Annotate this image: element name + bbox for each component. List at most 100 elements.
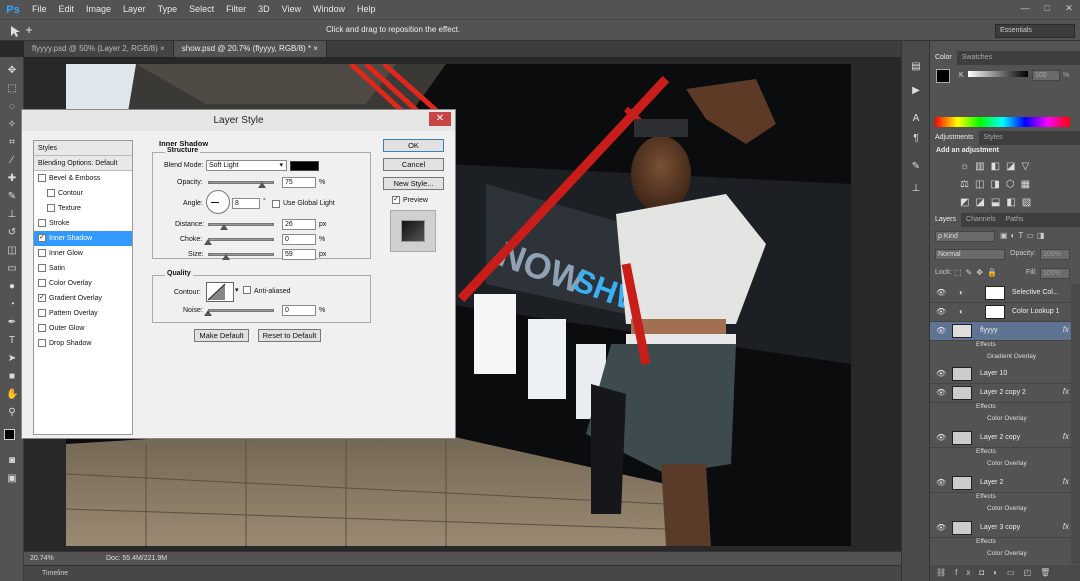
choke-slider[interactable] — [208, 238, 274, 241]
crop-tool-icon[interactable]: ⌗ — [6, 137, 18, 149]
layer-name[interactable]: Layer 2 copy — [980, 434, 1020, 441]
tab-layers[interactable]: Layers — [930, 213, 962, 227]
layer-name[interactable]: Selective Col... — [1012, 289, 1059, 296]
fx-icon[interactable]: fx — [1063, 522, 1069, 531]
tab-channels[interactable]: Channels — [961, 213, 1001, 227]
style-checkbox[interactable] — [38, 174, 46, 182]
menu-layer[interactable]: Layer — [117, 0, 152, 19]
distance-slider-thumb[interactable] — [220, 224, 228, 230]
noise-input[interactable]: 0 — [282, 305, 316, 316]
zoom-tool-icon[interactable]: ⚲ — [6, 407, 18, 419]
preview-checkbox[interactable]: ✓ — [392, 196, 400, 204]
style-checkbox[interactable] — [38, 279, 46, 287]
size-slider[interactable] — [208, 253, 274, 256]
adjustment-icons[interactable]: ☼▥◧◪▽ ⚖◫◨⬡▦ ◩◪⬓◧▨ — [960, 158, 1070, 214]
opacity-input[interactable]: 100% — [1040, 249, 1070, 260]
reset-default-button[interactable]: Reset to Default — [258, 329, 321, 342]
layer-row-layer-3-copy[interactable]: 👁 Layer 3 copy fx — [930, 519, 1071, 538]
style-item-outer-glow[interactable]: Outer Glow — [34, 321, 132, 336]
new-style-button[interactable]: New Style... — [383, 177, 444, 190]
layer-name[interactable]: Layer 2 copy 2 — [980, 389, 1026, 396]
effects-label[interactable]: Effects — [930, 538, 1071, 550]
minimize-button[interactable]: — — [1014, 0, 1036, 16]
noise-slider-thumb[interactable] — [204, 310, 212, 316]
layer-row-flyyyy[interactable]: 👁 flyyyy fx — [930, 322, 1071, 341]
ok-button[interactable]: OK — [383, 139, 444, 152]
visibility-eye-icon[interactable]: 👁 — [936, 369, 946, 378]
layer-thumb[interactable] — [952, 367, 972, 381]
style-checkbox[interactable] — [38, 309, 46, 317]
anti-aliased-checkbox[interactable] — [243, 286, 251, 294]
visibility-eye-icon[interactable]: 👁 — [936, 523, 946, 532]
menu-edit[interactable]: Edit — [53, 0, 81, 19]
layer-name[interactable]: Layer 3 copy — [980, 524, 1020, 531]
shape-tool-icon[interactable]: ■ — [6, 371, 18, 383]
tab-swatches[interactable]: Swatches — [957, 51, 997, 65]
styles-header[interactable]: Styles — [34, 141, 132, 156]
path-select-icon[interactable]: ➤ — [6, 353, 18, 365]
tab-color[interactable]: Color — [930, 51, 957, 65]
effect-item[interactable]: Color Overlay — [930, 550, 1071, 562]
visibility-eye-icon[interactable]: 👁 — [936, 433, 946, 442]
tab-styles[interactable]: Styles — [979, 131, 1008, 145]
visibility-eye-icon[interactable]: 👁 — [936, 388, 946, 397]
style-item-gradient-overlay[interactable]: ✓ Gradient Overlay — [34, 291, 132, 306]
maximize-button[interactable]: □ — [1036, 0, 1058, 16]
character-panel-icon[interactable]: A — [910, 113, 922, 125]
style-item-texture[interactable]: Texture — [34, 201, 132, 216]
foreground-color-swatch[interactable] — [4, 429, 15, 440]
style-item-inner-shadow[interactable]: ✓ Inner Shadow — [34, 231, 132, 246]
angle-dial[interactable] — [206, 190, 230, 214]
contour-picker[interactable] — [206, 282, 234, 302]
layer-thumb[interactable] — [952, 521, 972, 535]
anti-aliased-label[interactable]: Anti-aliased — [254, 288, 291, 295]
move-tool-icon[interactable]: ✥ — [6, 65, 18, 77]
fx-icon[interactable]: fx — [1063, 432, 1069, 441]
blend-mode-select[interactable]: Normal — [935, 249, 1005, 260]
distance-slider[interactable] — [208, 223, 274, 226]
quick-mask-icon[interactable]: ◙ — [6, 455, 18, 467]
dialog-close-button[interactable]: ✕ — [429, 112, 451, 126]
layer-row-layer-2[interactable]: 👁 Layer 2 fx — [930, 474, 1071, 493]
layer-name[interactable]: Layer 2 — [980, 479, 1003, 486]
style-item-inner-glow[interactable]: Inner Glow — [34, 246, 132, 261]
zoom-level[interactable]: 20.74% — [30, 555, 54, 562]
style-checkbox[interactable] — [38, 249, 46, 257]
fg-color-chip[interactable] — [936, 69, 950, 83]
layer-thumb[interactable] — [952, 386, 972, 400]
screen-mode-icon[interactable]: ▣ — [6, 473, 18, 485]
effects-label[interactable]: Effects — [930, 448, 1071, 460]
effect-item[interactable]: Color Overlay — [930, 415, 1071, 427]
tab-flyyyy[interactable]: flyyyy.psd @ 50% (Layer 2, RGB/8) × — [24, 41, 174, 57]
menu-window[interactable]: Window — [307, 0, 351, 19]
distance-input[interactable]: 26 — [282, 219, 316, 230]
noise-slider[interactable] — [208, 309, 274, 312]
visibility-eye-icon[interactable]: 👁 — [936, 326, 946, 335]
blending-options[interactable]: Blending Options: Default — [34, 156, 132, 171]
style-checkbox[interactable] — [38, 219, 46, 227]
menu-3d[interactable]: 3D — [252, 0, 276, 19]
opacity-input[interactable]: 75 — [282, 177, 316, 188]
menu-select[interactable]: Select — [183, 0, 220, 19]
style-item-color-overlay[interactable]: Color Overlay — [34, 276, 132, 291]
tab-adjustments[interactable]: Adjustments — [930, 131, 979, 145]
style-item-stroke[interactable]: Stroke — [34, 216, 132, 231]
eraser-icon[interactable]: ◫ — [6, 245, 18, 257]
style-checkbox[interactable] — [38, 324, 46, 332]
hand-tool-icon[interactable]: ✋ — [6, 389, 18, 401]
blend-mode-dropdown[interactable]: Soft Light ▾ — [206, 160, 287, 171]
effects-label[interactable]: Effects — [930, 493, 1071, 505]
eyedropper-icon[interactable]: ⁄ — [6, 155, 18, 167]
clone-source-icon[interactable]: ⊥ — [910, 183, 922, 195]
menu-image[interactable]: Image — [80, 0, 117, 19]
workspace-select[interactable]: Essentials — [995, 24, 1075, 38]
layer-thumb[interactable] — [952, 476, 972, 490]
style-item-pattern-overlay[interactable]: Pattern Overlay — [34, 306, 132, 321]
pen-tool-icon[interactable]: ✒ — [6, 317, 18, 329]
fx-icon[interactable]: fx — [1063, 325, 1069, 334]
choke-input[interactable]: 0 — [282, 234, 316, 245]
fx-icon[interactable]: fx — [1063, 477, 1069, 486]
timeline-label[interactable]: Timeline — [42, 570, 68, 577]
style-checkbox[interactable] — [47, 189, 55, 197]
healing-brush-icon[interactable]: ✚ — [6, 173, 18, 185]
